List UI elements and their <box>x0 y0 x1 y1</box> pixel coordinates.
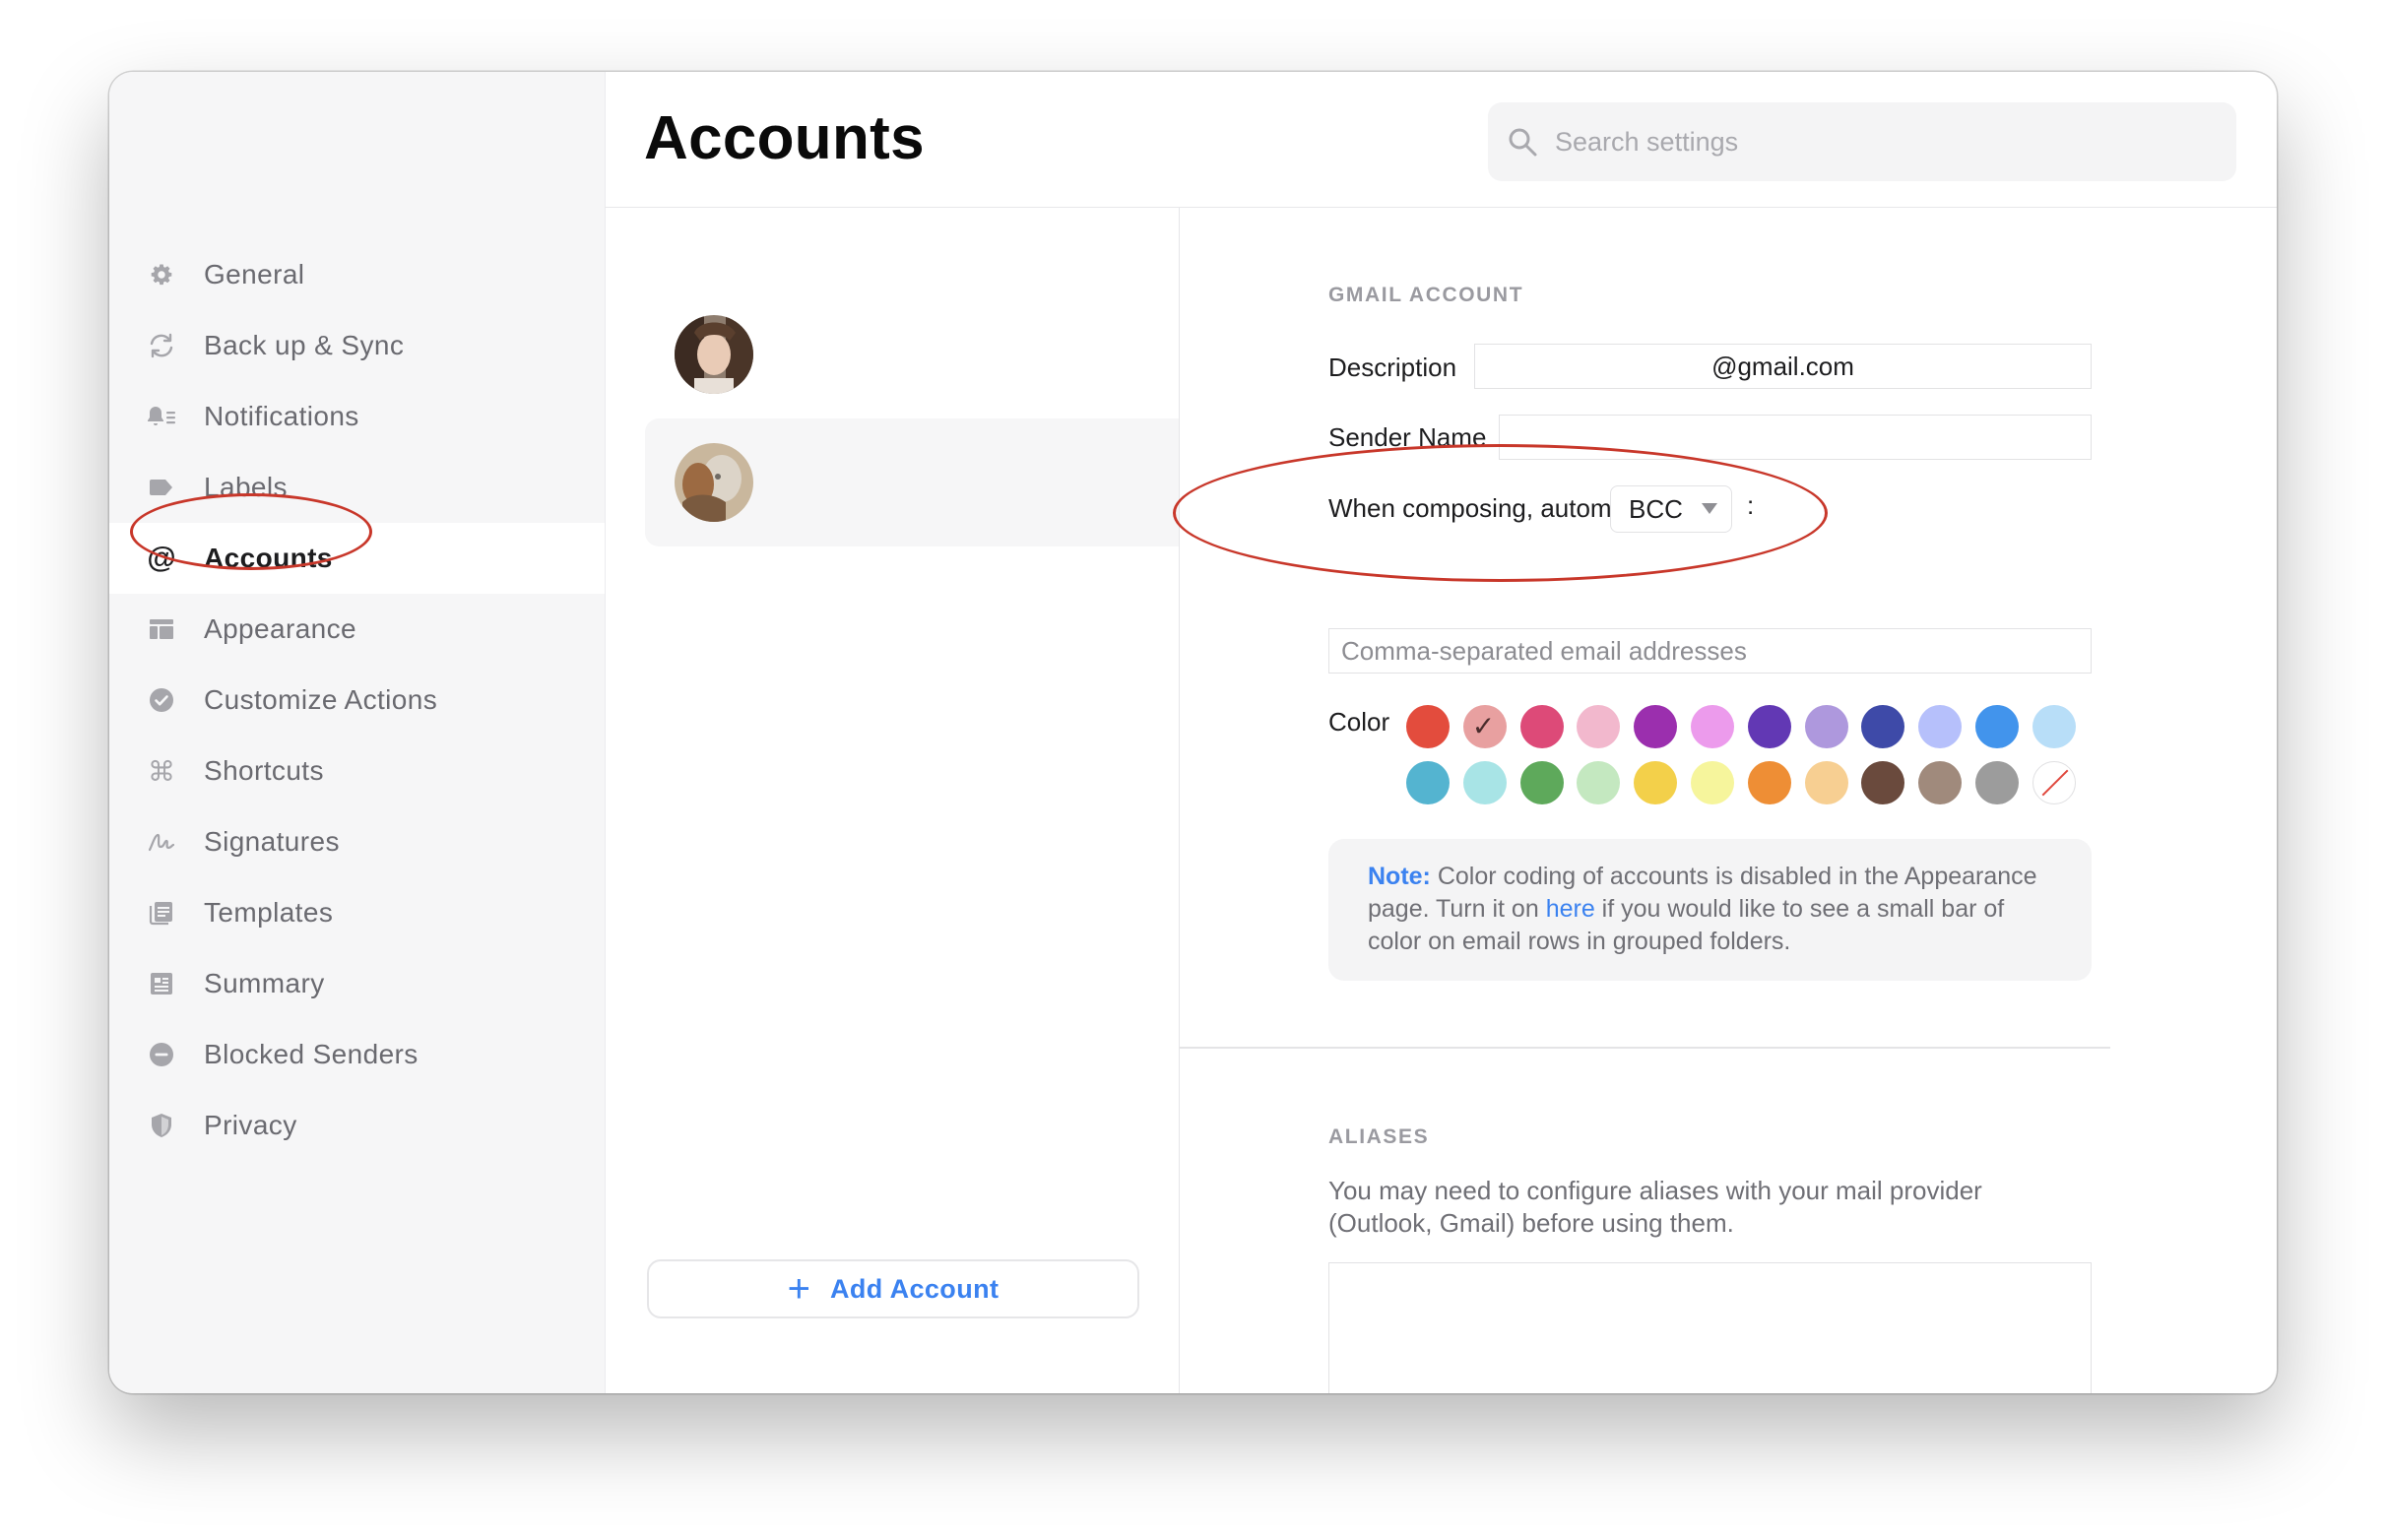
color-swatch[interactable] <box>1975 705 2019 748</box>
sidebar-item-label: Blocked Senders <box>204 1039 419 1069</box>
summary-icon <box>147 969 176 998</box>
avatar <box>675 443 753 522</box>
color-swatch[interactable] <box>2032 705 2076 748</box>
no-color-swatch[interactable] <box>2032 761 2076 804</box>
sender-name-field[interactable] <box>1499 415 2092 460</box>
color-swatch[interactable] <box>1804 705 1848 748</box>
sidebar-item-label: Summary <box>204 968 325 998</box>
appearance-here-link[interactable]: here <box>1546 895 1595 923</box>
section-heading-aliases: ALIASES <box>1328 1125 1430 1148</box>
signature-icon <box>147 827 176 857</box>
command-icon: ⌘ <box>148 754 175 788</box>
sidebar-item-blocked-senders[interactable]: Blocked Senders <box>109 1019 605 1090</box>
description-label: Description <box>1328 353 1457 382</box>
sidebar-item-label: Notifications <box>204 401 359 431</box>
section-divider <box>1180 1047 2110 1049</box>
sidebar-item-label: Labels <box>204 472 288 502</box>
color-swatch[interactable] <box>1918 705 1963 748</box>
color-swatch[interactable] <box>1462 761 1507 804</box>
color-swatch[interactable] <box>1519 705 1564 748</box>
sidebar-item-templates[interactable]: Templates <box>109 877 605 948</box>
search-input[interactable] <box>1553 125 2187 159</box>
sidebar-item-label: General <box>204 259 305 289</box>
color-swatch[interactable] <box>1577 705 1621 748</box>
page-title: Accounts <box>644 104 925 172</box>
sync-icon <box>147 331 176 360</box>
color-swatch[interactable] <box>1804 761 1848 804</box>
color-swatch[interactable] <box>1747 705 1791 748</box>
gear-icon <box>147 260 176 289</box>
bell-icon <box>147 402 176 431</box>
layout-icon <box>147 614 176 644</box>
header-divider <box>605 207 2277 208</box>
color-swatch[interactable] <box>1861 705 1905 748</box>
sidebar-item-backup-sync[interactable]: Back up & Sync <box>109 310 605 381</box>
sidebar-item-label: Signatures <box>204 826 340 857</box>
section-heading-gmail-account: GMAIL ACCOUNT <box>1328 284 1524 306</box>
sidebar-item-appearance[interactable]: Appearance <box>109 594 605 665</box>
account-list-item[interactable] <box>645 290 1179 418</box>
avatar <box>675 315 753 394</box>
sidebar: General Back up & Sync Notifications Lab… <box>109 72 606 1393</box>
add-account-label: Add Account <box>829 1273 1000 1304</box>
color-swatch[interactable]: ✓ <box>1462 705 1507 748</box>
checkmark-icon: ✓ <box>1471 710 1496 742</box>
color-swatch[interactable] <box>1634 705 1678 748</box>
search-bar[interactable] <box>1488 102 2236 181</box>
sidebar-item-accounts[interactable]: @ Accounts <box>109 523 605 594</box>
sidebar-item-label: Customize Actions <box>204 684 438 715</box>
sidebar-item-label: Back up & Sync <box>204 330 405 360</box>
color-swatch[interactable] <box>1519 761 1564 804</box>
note-heading: Note: <box>1368 863 1431 890</box>
sidebar-item-customize-actions[interactable]: Customize Actions <box>109 665 605 736</box>
sidebar-item-privacy[interactable]: Privacy <box>109 1090 605 1161</box>
settings-window: General Back up & Sync Notifications Lab… <box>109 72 2277 1393</box>
search-icon <box>1509 128 1537 157</box>
color-swatch[interactable] <box>1691 761 1734 804</box>
sidebar-item-general[interactable]: General <box>109 239 605 310</box>
sidebar-item-labels[interactable]: Labels <box>109 452 605 523</box>
compose-mode-value: BCC <box>1629 493 1683 524</box>
templates-icon <box>147 898 176 928</box>
sidebar-item-label: Accounts <box>204 543 333 573</box>
description-field[interactable] <box>1474 344 2092 389</box>
compose-colon: : <box>1747 490 1755 520</box>
compose-mode-select[interactable]: BCC <box>1610 485 1732 533</box>
color-swatch[interactable] <box>1406 761 1450 804</box>
sidebar-item-label: Privacy <box>204 1110 297 1140</box>
aliases-list[interactable]: + – <box>1328 1262 2092 1393</box>
color-swatch[interactable] <box>1861 761 1905 804</box>
sidebar-item-summary[interactable]: Summary <box>109 948 605 1019</box>
sidebar-item-label: Shortcuts <box>204 755 324 786</box>
sidebar-item-signatures[interactable]: Signatures <box>109 806 605 877</box>
sidebar-item-label: Appearance <box>204 613 357 644</box>
color-swatch[interactable] <box>1691 705 1734 748</box>
sender-name-label: Sender Name <box>1328 422 1487 452</box>
chevron-down-icon <box>1702 503 1717 514</box>
at-icon: @ <box>147 542 176 574</box>
color-swatch[interactable] <box>1634 761 1678 804</box>
shield-icon <box>147 1111 176 1140</box>
sidebar-item-label: Templates <box>204 897 334 928</box>
check-circle-icon <box>147 685 176 715</box>
color-swatch[interactable] <box>1975 761 2019 804</box>
color-swatch[interactable] <box>1406 705 1450 748</box>
label-tag-icon <box>147 473 176 502</box>
color-swatch[interactable] <box>1577 761 1621 804</box>
column-divider <box>1179 208 1180 1393</box>
sidebar-item-notifications[interactable]: Notifications <box>109 381 605 452</box>
aliases-description: You may need to configure aliases with y… <box>1328 1176 1982 1238</box>
plus-icon: + <box>787 1267 810 1311</box>
bcc-addresses-field[interactable] <box>1328 628 2092 674</box>
color-swatch[interactable] <box>1747 761 1791 804</box>
color-swatch[interactable] <box>1918 761 1963 804</box>
sidebar-item-shortcuts[interactable]: ⌘ Shortcuts <box>109 736 605 806</box>
account-list-item-selected[interactable] <box>645 418 1179 546</box>
color-coding-note: Note: Color coding of accounts is disabl… <box>1328 839 2092 981</box>
add-account-button[interactable]: + Add Account <box>647 1259 1139 1318</box>
color-label: Color <box>1328 707 1390 737</box>
blocked-icon <box>147 1040 176 1069</box>
sidebar-nav: General Back up & Sync Notifications Lab… <box>109 239 605 1161</box>
